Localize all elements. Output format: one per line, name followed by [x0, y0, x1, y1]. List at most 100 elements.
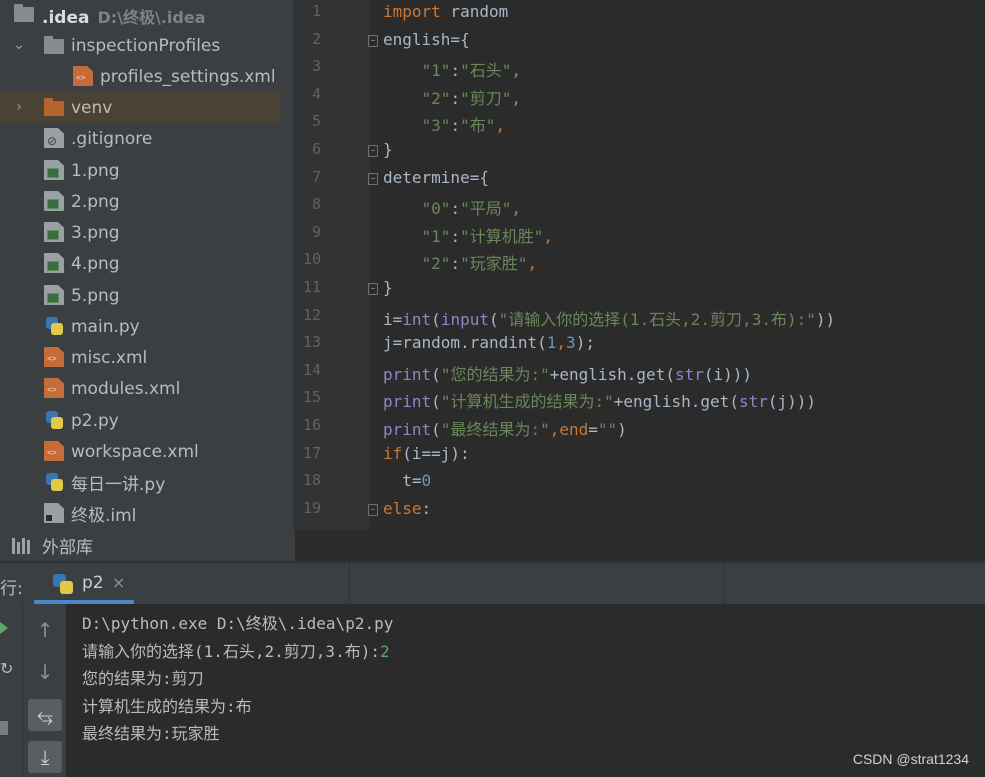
tree-item-2-png[interactable]: 2.png [0, 186, 280, 217]
fold-marker-icon[interactable] [368, 172, 378, 185]
soft-wrap-icon[interactable]: ⥃ [28, 699, 62, 731]
fold-marker-icon[interactable] [368, 145, 378, 157]
code-token: (i==j): [402, 443, 470, 463]
console-user-input: 2 [379, 642, 390, 661]
code-token: ( [431, 309, 441, 329]
fold-marker-icon[interactable] [368, 503, 378, 516]
code-token: "平局" [460, 199, 512, 219]
code-line: } [383, 140, 393, 159]
line-number: 17 [302, 443, 321, 462]
code-line: determine={ [383, 168, 489, 187]
code-token: , [495, 116, 505, 136]
run-actions-strip: ↻ [0, 604, 22, 777]
code-token: ( [488, 309, 499, 329]
line-number: 6 [311, 140, 321, 158]
folder-icon [44, 98, 64, 116]
tree-root-idea[interactable]: .idea D:\终极\.idea [0, 0, 280, 31]
code-line: import random [383, 2, 508, 21]
tree-item-profiles-settings[interactable]: <> profiles_settings.xml [0, 61, 280, 92]
line-number: 9 [311, 222, 321, 241]
tree-item-workspace-xml[interactable]: <> workspace.xml [0, 436, 280, 467]
tree-item-zhongji-iml[interactable]: 终极.iml [0, 498, 280, 529]
tree-item-external-libraries[interactable]: 外部库 [0, 530, 295, 561]
toolbar-divider [349, 563, 350, 604]
line-number: 2 [311, 29, 321, 48]
code-token: "0" [421, 199, 451, 219]
line-number: 15 [302, 388, 321, 407]
code-token: ) [617, 420, 627, 439]
tree-item-1-png[interactable]: 1.png [0, 155, 280, 186]
stop-icon[interactable] [0, 721, 8, 735]
tree-item-main-py[interactable]: main.py [0, 311, 280, 342]
code-token: : [450, 254, 461, 274]
editor-gutter: 1 2 3 4 5 6 7 8 9 10 11 12 13 14 15 16 17 18 19 [295, 0, 370, 530]
run-tab-p2[interactable]: p2 × [34, 563, 134, 604]
rerun-icon[interactable]: ↻ [0, 659, 13, 678]
tree-item-label: venv [71, 97, 113, 118]
python-file-icon [44, 472, 64, 492]
code-token: if [383, 443, 403, 463]
code-token: "最终结果为:" [440, 420, 550, 439]
run-console[interactable]: D:\python.exe D:\终极\.idea\p2.py 请输入你的选择(… [66, 604, 985, 777]
console-line: 您的结果为:剪刀 [82, 669, 204, 688]
tree-item-gitignore[interactable]: ⊘ .gitignore [0, 123, 280, 154]
scroll-to-end-icon[interactable]: ⤓ [28, 741, 62, 773]
run-icon[interactable] [0, 622, 8, 634]
tree-item-inspectionprofiles[interactable]: ⌄ inspectionProfiles [0, 30, 280, 61]
code-token: "玩家胜" [460, 254, 528, 274]
fold-marker-icon[interactable] [368, 283, 378, 295]
run-toolbar: 行: p2 × [0, 563, 985, 604]
line-number: 1 [311, 2, 321, 20]
line-number: 7 [311, 167, 321, 186]
tree-item-4-png[interactable]: 4.png [0, 248, 280, 279]
code-token: "计算机生成的结果为:" [440, 392, 614, 412]
chevron-down-icon[interactable]: ⌄ [12, 38, 26, 52]
console-line: 请输入你的选择(1.石头,2.剪刀,3.布):2 [82, 642, 390, 661]
code-line: i=int(input("请输入你的选择(1.石头,2.剪刀,3.布):")) [383, 306, 835, 330]
code-token: "2" [421, 88, 451, 108]
tree-item-p2-py[interactable]: p2.py [0, 405, 280, 436]
code-token: : [450, 226, 461, 246]
panel-splitter[interactable] [280, 0, 295, 530]
code-token: , [511, 61, 521, 81]
code-token: , [543, 226, 553, 246]
tree-item-modules-xml[interactable]: <> modules.xml [0, 373, 280, 404]
code-token: input [440, 309, 489, 329]
code-line: "2":"剪刀", [383, 85, 521, 109]
code-token: "您的结果为:" [440, 364, 550, 384]
tree-item-label: 4.png [71, 253, 120, 274]
tree-item-5-png[interactable]: 5.png [0, 280, 280, 311]
console-actions: ↑ ↓ ⥃ ⤓ [22, 604, 66, 777]
line-number: 5 [311, 112, 321, 131]
code-token: i= [383, 309, 403, 329]
tree-item-meiri-py[interactable]: 每日一讲.py [0, 467, 280, 498]
close-icon[interactable]: × [112, 573, 125, 592]
tree-item-3-png[interactable]: 3.png [0, 217, 280, 248]
arrow-up-icon[interactable]: ↑ [28, 614, 62, 646]
console-line: 计算机生成的结果为:布 [82, 697, 252, 716]
line-number: 4 [311, 84, 321, 103]
code-token: )) [815, 309, 836, 329]
code-line: j=random.randint(1,3); [383, 333, 595, 352]
tree-item-label: misc.xml [71, 347, 148, 368]
code-token: ); [575, 333, 595, 353]
tree-item-venv[interactable]: › venv [0, 92, 280, 123]
fold-marker-icon[interactable] [368, 34, 378, 47]
code-token: (i))) [703, 364, 753, 384]
chevron-right-icon[interactable]: › [12, 100, 26, 114]
code-editor[interactable]: import random english={ "1":"石头", "2":"剪刀… [370, 0, 985, 530]
code-line: "0":"平局", [383, 195, 521, 219]
code-token: "" [597, 420, 618, 439]
tree-item-misc-xml[interactable]: <> misc.xml [0, 342, 280, 373]
tree-root-label: .idea D:\终极\.idea [42, 7, 206, 28]
arrow-down-icon[interactable]: ↓ [28, 656, 62, 688]
image-file-icon [44, 222, 64, 242]
code-token: 0 [421, 471, 432, 491]
tree-item-label: workspace.xml [71, 441, 199, 462]
code-token: "布" [460, 116, 496, 136]
watermark: CSDN @strat1234 [852, 751, 969, 767]
